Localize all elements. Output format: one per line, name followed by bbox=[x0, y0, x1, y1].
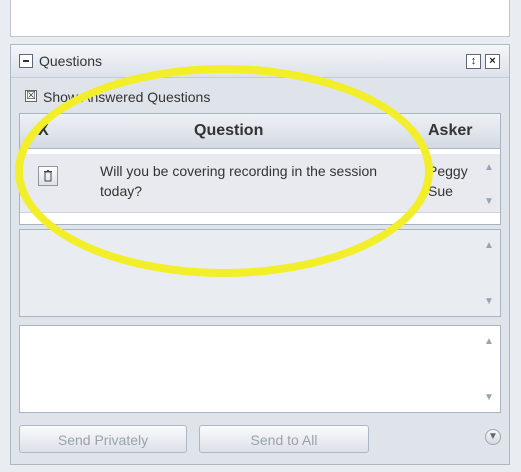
show-answered-label: Show Answered Questions bbox=[43, 89, 211, 105]
column-header-question: Question bbox=[194, 122, 264, 139]
questions-table: X Question Asker Will you be covering re… bbox=[19, 113, 501, 225]
show-answered-checkbox[interactable]: ☒ bbox=[25, 90, 37, 102]
send-privately-button[interactable]: Send Privately bbox=[19, 425, 187, 453]
previous-panel bbox=[10, 0, 510, 37]
questions-titlebar: Questions ↕ × bbox=[11, 45, 509, 78]
scroll-up-icon[interactable]: ▲ bbox=[482, 240, 496, 251]
table-header: X Question Asker bbox=[20, 114, 500, 149]
restore-button[interactable]: ↕ bbox=[466, 54, 481, 69]
scroll-down-icon[interactable]: ▼ bbox=[482, 296, 496, 307]
response-input-area[interactable]: ▲ ▼ bbox=[19, 325, 501, 413]
scroll-up-icon[interactable]: ▲ bbox=[482, 162, 496, 173]
close-button[interactable]: × bbox=[485, 54, 500, 69]
question-text: Will you be covering recording in the se… bbox=[100, 163, 378, 199]
send-to-all-button[interactable]: Send to All bbox=[199, 425, 369, 453]
column-header-asker: Asker bbox=[428, 122, 473, 139]
delete-question-button[interactable] bbox=[38, 166, 58, 186]
answer-area[interactable]: ▲ ▼ bbox=[19, 229, 501, 317]
table-row[interactable]: Will you be covering recording in the se… bbox=[20, 154, 500, 213]
panel-title: Questions bbox=[39, 53, 103, 69]
scroll-down-icon[interactable]: ▼ bbox=[482, 196, 496, 207]
trash-icon bbox=[44, 170, 52, 182]
asker-name: Peggy Sue bbox=[428, 163, 468, 199]
questions-panel: Questions ↕ × ☒ Show Answered Questions … bbox=[10, 44, 510, 465]
options-button[interactable]: ▼ bbox=[485, 429, 501, 445]
scroll-up-icon[interactable]: ▲ bbox=[482, 336, 496, 347]
scroll-down-icon[interactable]: ▼ bbox=[482, 392, 496, 403]
column-header-x: X bbox=[38, 122, 49, 139]
collapse-button[interactable] bbox=[19, 54, 33, 68]
